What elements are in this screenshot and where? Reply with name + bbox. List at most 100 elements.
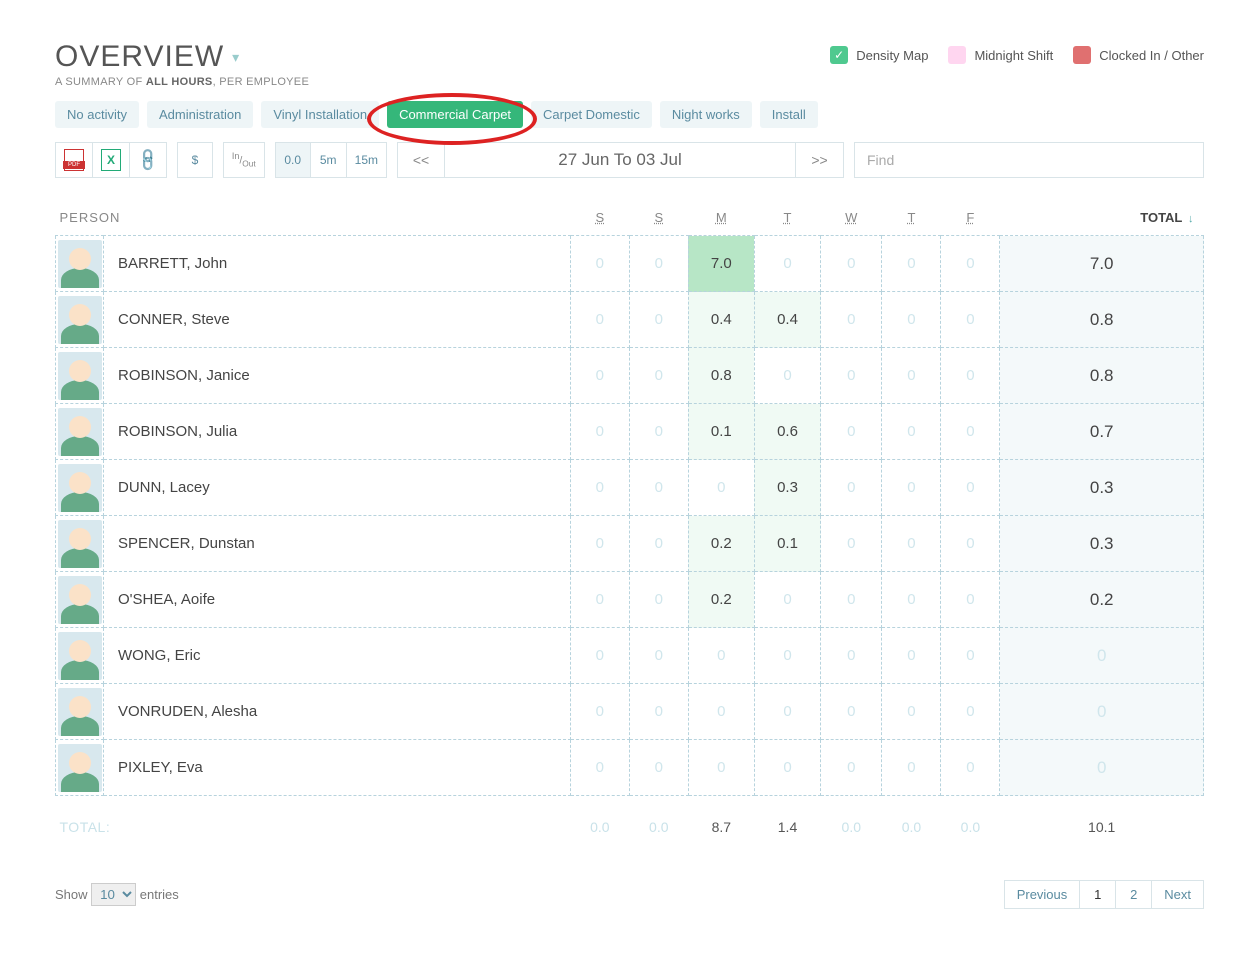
hours-cell[interactable]: 0 bbox=[882, 236, 941, 292]
pager-page-2[interactable]: 2 bbox=[1116, 880, 1152, 909]
hours-cell[interactable]: 0 bbox=[941, 572, 1000, 628]
hours-cell[interactable]: 0 bbox=[882, 516, 941, 572]
hours-cell[interactable]: 0 bbox=[688, 628, 754, 684]
hours-cell[interactable]: 0 bbox=[570, 460, 629, 516]
col-day-2[interactable]: M bbox=[688, 200, 754, 236]
person-name[interactable]: CONNER, Steve bbox=[104, 292, 571, 348]
pager-page-1[interactable]: 1 bbox=[1080, 880, 1116, 909]
hours-cell[interactable]: 0 bbox=[629, 740, 688, 796]
hours-cell[interactable]: 0 bbox=[629, 236, 688, 292]
hours-cell[interactable]: 0 bbox=[629, 460, 688, 516]
hours-cell[interactable]: 0 bbox=[941, 460, 1000, 516]
hours-cell[interactable]: 0 bbox=[821, 628, 882, 684]
hours-cell[interactable]: 0 bbox=[882, 292, 941, 348]
hours-cell[interactable]: 0 bbox=[941, 292, 1000, 348]
hours-cell[interactable]: 0 bbox=[821, 516, 882, 572]
hours-cell[interactable]: 0 bbox=[821, 684, 882, 740]
col-day-6[interactable]: F bbox=[941, 200, 1000, 236]
avatar[interactable] bbox=[56, 572, 104, 628]
person-name[interactable]: VONRUDEN, Alesha bbox=[104, 684, 571, 740]
hours-cell[interactable]: 0 bbox=[821, 236, 882, 292]
hours-cell[interactable]: 0 bbox=[941, 404, 1000, 460]
hours-cell[interactable]: 0 bbox=[941, 236, 1000, 292]
hours-cell[interactable]: 0.4 bbox=[754, 292, 820, 348]
hours-cell[interactable]: 0.4 bbox=[688, 292, 754, 348]
avatar[interactable] bbox=[56, 292, 104, 348]
pager-prev[interactable]: Previous bbox=[1004, 880, 1081, 909]
hours-cell[interactable]: 0.1 bbox=[754, 516, 820, 572]
avatar[interactable] bbox=[56, 348, 104, 404]
avatar[interactable] bbox=[56, 628, 104, 684]
hours-cell[interactable]: 0 bbox=[821, 348, 882, 404]
entries-select[interactable]: 10 bbox=[91, 883, 136, 906]
page-title[interactable]: OVERVIEW ▾ bbox=[55, 40, 309, 74]
hours-cell[interactable]: 0 bbox=[570, 292, 629, 348]
hours-cell[interactable]: 0 bbox=[629, 348, 688, 404]
col-person[interactable]: PERSON bbox=[56, 200, 571, 236]
hours-cell[interactable]: 0 bbox=[754, 740, 820, 796]
hours-cell[interactable]: 0.6 bbox=[754, 404, 820, 460]
hours-cell[interactable]: 0 bbox=[570, 684, 629, 740]
hours-cell[interactable]: 0 bbox=[629, 404, 688, 460]
share-link-button[interactable]: 🔗 bbox=[130, 142, 167, 178]
hours-cell[interactable]: 0 bbox=[570, 572, 629, 628]
hours-cell[interactable]: 0 bbox=[570, 628, 629, 684]
filter-commercial-carpet[interactable]: Commercial Carpet bbox=[387, 101, 523, 128]
col-day-0[interactable]: S bbox=[570, 200, 629, 236]
person-name[interactable]: ROBINSON, Julia bbox=[104, 404, 571, 460]
person-name[interactable]: WONG, Eric bbox=[104, 628, 571, 684]
hours-cell[interactable]: 0 bbox=[629, 572, 688, 628]
legend-midnight[interactable]: Midnight Shift bbox=[948, 46, 1053, 64]
avatar[interactable] bbox=[56, 684, 104, 740]
hours-cell[interactable]: 0 bbox=[941, 684, 1000, 740]
hours-cell[interactable]: 0 bbox=[570, 348, 629, 404]
hours-cell[interactable]: 0 bbox=[821, 292, 882, 348]
hours-cell[interactable]: 0 bbox=[570, 236, 629, 292]
export-pdf-button[interactable] bbox=[55, 142, 93, 178]
hours-cell[interactable]: 0 bbox=[941, 516, 1000, 572]
person-name[interactable]: PIXLEY, Eva bbox=[104, 740, 571, 796]
col-day-5[interactable]: T bbox=[882, 200, 941, 236]
hours-cell[interactable]: 7.0 bbox=[688, 236, 754, 292]
hours-cell[interactable]: 0 bbox=[882, 404, 941, 460]
pager-next[interactable]: Next bbox=[1152, 880, 1204, 909]
filter-night-works[interactable]: Night works bbox=[660, 101, 752, 128]
hours-cell[interactable]: 0.2 bbox=[688, 516, 754, 572]
col-day-1[interactable]: S bbox=[629, 200, 688, 236]
col-day-4[interactable]: W bbox=[821, 200, 882, 236]
currency-toggle-button[interactable]: $ bbox=[177, 142, 213, 178]
hours-cell[interactable]: 0 bbox=[882, 572, 941, 628]
date-range[interactable]: 27 Jun To 03 Jul bbox=[445, 142, 796, 178]
legend-density[interactable]: ✓ Density Map bbox=[830, 46, 928, 64]
avatar[interactable] bbox=[56, 740, 104, 796]
export-excel-button[interactable] bbox=[93, 142, 130, 178]
round-15m-button[interactable]: 15m bbox=[347, 142, 387, 178]
avatar[interactable] bbox=[56, 460, 104, 516]
col-total[interactable]: TOTAL ↓ bbox=[1000, 200, 1204, 236]
hours-cell[interactable]: 0 bbox=[629, 516, 688, 572]
hours-cell[interactable]: 0 bbox=[941, 348, 1000, 404]
date-prev-button[interactable]: << bbox=[397, 142, 445, 178]
inout-toggle-button[interactable]: In/Out bbox=[223, 142, 265, 178]
person-name[interactable]: DUNN, Lacey bbox=[104, 460, 571, 516]
hours-cell[interactable]: 0 bbox=[570, 740, 629, 796]
person-name[interactable]: O'SHEA, Aoife bbox=[104, 572, 571, 628]
round-5m-button[interactable]: 5m bbox=[311, 142, 347, 178]
hours-cell[interactable]: 0 bbox=[882, 740, 941, 796]
hours-cell[interactable]: 0 bbox=[629, 684, 688, 740]
hours-cell[interactable]: 0 bbox=[688, 740, 754, 796]
filter-no-activity[interactable]: No activity bbox=[55, 101, 139, 128]
hours-cell[interactable]: 0 bbox=[688, 460, 754, 516]
hours-cell[interactable]: 0 bbox=[821, 572, 882, 628]
hours-cell[interactable]: 0 bbox=[882, 684, 941, 740]
hours-cell[interactable]: 0 bbox=[629, 628, 688, 684]
avatar[interactable] bbox=[56, 404, 104, 460]
filter-carpet-domestic[interactable]: Carpet Domestic bbox=[531, 101, 652, 128]
search-input[interactable] bbox=[854, 142, 1204, 178]
person-name[interactable]: BARRETT, John bbox=[104, 236, 571, 292]
hours-cell[interactable]: 0 bbox=[821, 740, 882, 796]
avatar[interactable] bbox=[56, 236, 104, 292]
col-day-3[interactable]: T bbox=[754, 200, 820, 236]
hours-cell[interactable]: 0.1 bbox=[688, 404, 754, 460]
hours-cell[interactable]: 0 bbox=[688, 684, 754, 740]
